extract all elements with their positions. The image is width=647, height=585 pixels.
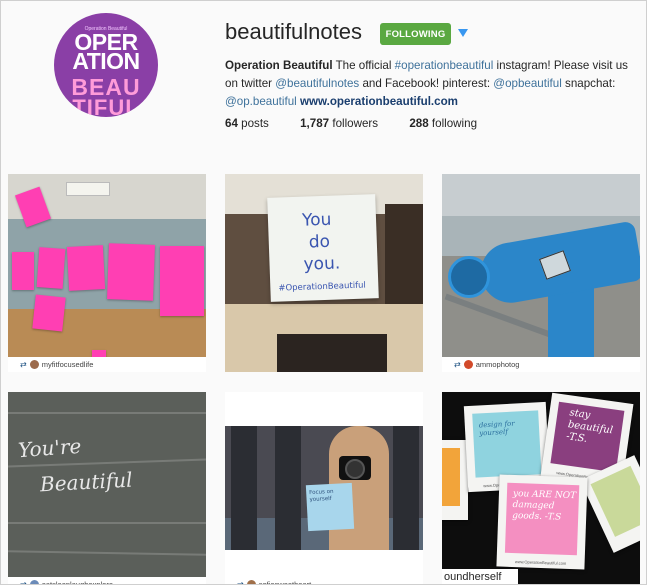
repost-username[interactable]: ammophotog (476, 360, 520, 369)
mirror-photo: Focus on yourself (225, 426, 423, 550)
avatar (463, 360, 473, 369)
pink-note (107, 243, 155, 301)
note-card (442, 440, 468, 520)
repost-username[interactable]: eatsleeplaughexplore (42, 580, 113, 584)
repost-icon: ⇄ (237, 580, 244, 585)
note-card: you ARE NOT damaged goods. -T.S www.Oper… (496, 474, 588, 570)
avatar (29, 580, 39, 584)
followers-stat[interactable]: 1,787 followers (300, 117, 378, 130)
repost-icon: ⇄ (20, 580, 27, 585)
chalk-text: Beautiful (39, 467, 134, 497)
card-text: design for yourself (478, 419, 515, 438)
photo-mat (277, 334, 387, 372)
photo-light (66, 182, 110, 196)
chalk-smudge (8, 550, 206, 556)
posts-stat: 64 posts (225, 117, 269, 130)
avatar (29, 360, 39, 369)
bio-text: snapchat: (561, 77, 616, 90)
note-text: You (301, 209, 332, 231)
pink-note (66, 245, 106, 291)
avatar (246, 580, 256, 584)
bio-text: and Facebook! pinterest: (359, 77, 494, 90)
card-text: stay beautiful -T.S. (565, 407, 614, 445)
card-url: www.OperationBeautiful.com (514, 559, 567, 566)
pink-note (36, 247, 66, 289)
bio-pinterest-link[interactable]: @opbeautiful (493, 77, 562, 90)
avatar-line-2: ATION (72, 48, 140, 74)
pink-note (32, 294, 66, 332)
repost-icon: ⇄ (454, 360, 461, 369)
profile-avatar[interactable]: Operation Beautiful OPER ATION BEAU TIFU… (54, 13, 158, 117)
post-tile[interactable]: design for yourself www.OperationBeautif… (442, 392, 640, 584)
card-text: you ARE NOT damaged goods. -T.S (512, 488, 577, 523)
sticky-note: Focus on yourself (305, 482, 355, 532)
profile-bio: Operation Beautiful The official #operat… (225, 57, 637, 111)
avatar-line-4: TIFUL (72, 95, 140, 117)
note-text: do (308, 231, 331, 253)
bio-snapchat-link[interactable]: @op.beautiful (225, 95, 297, 108)
chevron-down-icon[interactable] (458, 29, 468, 37)
repost-username[interactable]: myfitfocusedlife (42, 360, 94, 369)
photo-stall (275, 426, 301, 550)
note-text: you. (303, 253, 341, 275)
post-tile[interactable]: Focus on yourself ⇄ sofiesweetheart (225, 392, 423, 585)
chalk-smudge (8, 412, 206, 414)
bio-website-link[interactable]: www.operationbeautiful.com (300, 95, 458, 108)
chalk-smudge (8, 522, 206, 524)
sticky-note: You do you. #OperationBeautiful (267, 194, 379, 302)
post-tile[interactable]: You're Beautiful ⇄ eatsleeplaughexplore (8, 392, 206, 585)
post-caption-bar: ⇄ eatsleeplaughexplore (8, 577, 206, 585)
bio-hashtag-link[interactable]: #operationbeautiful (395, 59, 494, 72)
post-tile[interactable]: ⇄ ammophotog (442, 174, 640, 372)
following-button[interactable]: FOLLOWING (380, 23, 451, 45)
card-color (590, 465, 640, 537)
repost-username[interactable]: sofiesweetheart (259, 580, 312, 584)
viewer-lens (448, 256, 490, 298)
following-stat[interactable]: 288 following (409, 117, 477, 130)
bio-name: Operation Beautiful (225, 59, 333, 72)
photo-stall (393, 426, 419, 550)
post-caption-bar: ⇄ sofiesweetheart (225, 577, 423, 585)
chalk-text: You're (17, 433, 83, 463)
profile-page: Operation Beautiful OPER ATION BEAU TIFU… (0, 0, 647, 585)
photo-stall (231, 426, 257, 550)
note-hashtag: #OperationBeautiful (278, 280, 367, 294)
handle-banner: oundherself (442, 569, 518, 584)
camera-lens (345, 459, 365, 479)
pink-note (160, 246, 204, 316)
bio-twitter-link[interactable]: @beautifulnotes (275, 77, 359, 90)
profile-stats: 64 posts 1,787 followers 288 following (225, 117, 505, 130)
post-tile[interactable]: ⇄ myfitfocusedlife (8, 174, 206, 372)
photo-door (385, 204, 423, 314)
repost-icon: ⇄ (20, 360, 27, 369)
post-caption-bar: ⇄ ammophotog (442, 357, 640, 372)
pink-note (12, 252, 34, 290)
bio-text: The official (332, 59, 395, 72)
post-tile[interactable]: You do you. #OperationBeautiful (225, 174, 423, 372)
profile-username: beautifulnotes (225, 19, 362, 44)
card-color (442, 448, 460, 506)
post-caption-bar: ⇄ myfitfocusedlife (8, 357, 206, 372)
